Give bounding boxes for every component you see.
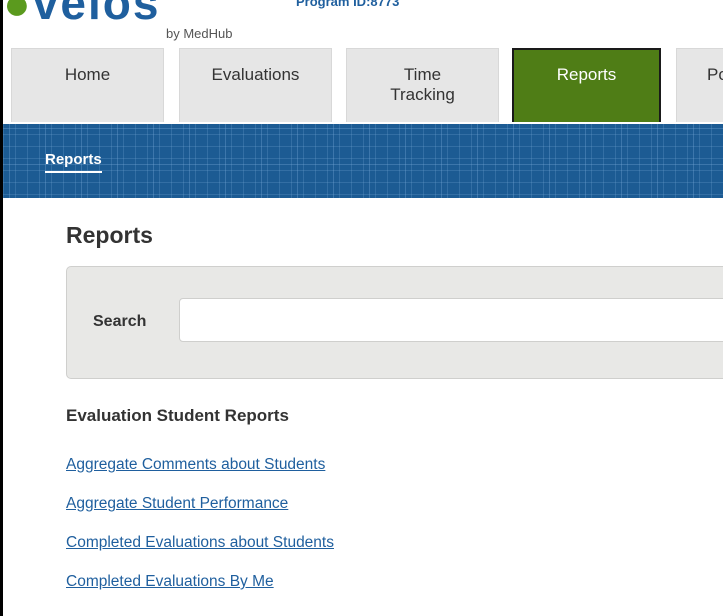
header: ●velos by MedHub Program ID:8773 xyxy=(3,0,723,44)
report-link-aggregate-comments[interactable]: Aggregate Comments about Students xyxy=(66,456,325,473)
tab-reports[interactable]: Reports xyxy=(512,48,661,122)
program-id: Program ID:8773 xyxy=(296,0,400,9)
page-title: Reports xyxy=(66,222,153,248)
list-item: Completed Evaluations about Students xyxy=(66,534,334,573)
search-panel: Search xyxy=(66,266,723,379)
tab-evaluations[interactable]: Evaluations xyxy=(179,48,332,122)
list-item: Completed Evaluations By Me xyxy=(66,573,334,612)
tab-time-tracking[interactable]: Time Tracking xyxy=(346,48,499,122)
report-link-aggregate-performance[interactable]: Aggregate Student Performance xyxy=(66,495,288,512)
report-link-completed-about-students[interactable]: Completed Evaluations about Students xyxy=(66,534,334,551)
logo-leaf: ● xyxy=(3,0,33,29)
section-heading: Evaluation Student Reports xyxy=(66,406,289,425)
breadcrumb-reports[interactable]: Reports xyxy=(45,151,102,173)
tab-home[interactable]: Home xyxy=(11,48,164,122)
tab-truncated[interactable]: Po xyxy=(676,48,723,122)
section-banner: Reports xyxy=(3,124,723,198)
report-list: Aggregate Comments about Students Aggreg… xyxy=(66,456,334,612)
main-nav-tabs: Home Evaluations Time Tracking Reports P… xyxy=(3,48,723,124)
list-item: Aggregate Comments about Students xyxy=(66,456,334,495)
search-input[interactable] xyxy=(179,298,723,342)
list-item: Aggregate Student Performance xyxy=(66,495,334,534)
search-label: Search xyxy=(93,313,147,330)
logo-byline: by MedHub xyxy=(166,26,233,41)
velos-logo[interactable]: ●velos xyxy=(3,0,160,30)
app-frame: ●velos by MedHub Program ID:8773 Home Ev… xyxy=(0,0,723,616)
report-link-completed-by-me[interactable]: Completed Evaluations By Me xyxy=(66,573,274,590)
